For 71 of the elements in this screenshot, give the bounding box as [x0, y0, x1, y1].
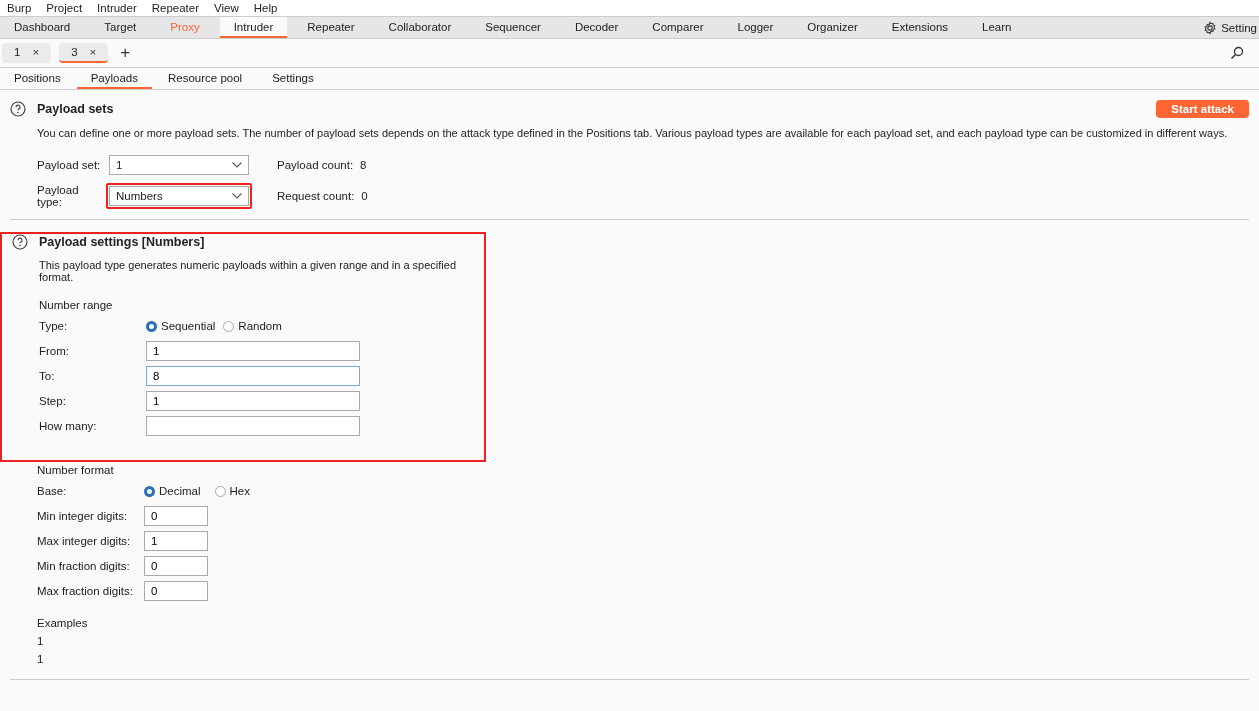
example-value: 1	[37, 635, 45, 647]
settings-button[interactable]: Setting	[1221, 21, 1257, 34]
field-label: Max integer digits:	[37, 535, 132, 547]
field-label: Step:	[39, 395, 67, 407]
count-value: 0	[361, 190, 368, 202]
group-heading: Number range	[39, 299, 114, 311]
main-tab[interactable]: Intruder	[219, 17, 288, 38]
field-label: Min integer digits:	[37, 510, 129, 522]
main-tab[interactable]: Comparer	[638, 17, 718, 38]
input-field[interactable]	[146, 416, 360, 436]
field-label: Payload set:	[37, 159, 102, 171]
group-heading: Examples	[37, 617, 89, 629]
example-value: 1	[37, 653, 45, 665]
dropdown[interactable]: Numbers	[109, 186, 249, 206]
input-field[interactable]: 1	[146, 341, 360, 361]
input-field[interactable]: 0	[144, 581, 208, 601]
dropdown[interactable]: 1	[109, 155, 249, 175]
menu-item[interactable]: Repeater	[151, 2, 208, 14]
help-icon[interactable]	[10, 101, 26, 117]
section-title: Payload settings [Numbers]	[39, 235, 205, 249]
count-label: Payload count:	[277, 159, 354, 171]
field-label: Min fraction digits:	[37, 560, 131, 572]
field-label: Type:	[39, 320, 69, 332]
main-tab[interactable]: Learn	[968, 17, 1026, 38]
field-label: How many:	[39, 420, 98, 432]
menu-item[interactable]: Help	[253, 2, 286, 14]
caret-icon	[232, 193, 242, 199]
main-tab[interactable]: Decoder	[560, 17, 633, 38]
input-field[interactable]: 0	[144, 556, 208, 576]
count-value: 8	[360, 159, 367, 171]
input-field[interactable]: 1	[144, 531, 208, 551]
menu-item[interactable]: Project	[46, 2, 91, 14]
section-title: Payload sets	[37, 102, 114, 116]
section-description: You can define one or more payload sets. The number of payload sets depends on the attack type defined in the Positions tab. Various payload types are available for each payload set, and each payload type can be customized in different ways.	[37, 127, 1229, 139]
main-tab[interactable]: Sequencer	[471, 17, 555, 38]
section-description: This payload type generates numeric payloads within a given range and in a specified format.	[39, 259, 458, 283]
sub-tab[interactable]: Positions	[0, 68, 75, 89]
sub-tab[interactable]: Settings	[258, 68, 328, 89]
new-tab-button[interactable]: +	[116, 43, 135, 63]
search-icon[interactable]	[1230, 46, 1244, 60]
radio-button[interactable]: Decimal	[144, 485, 201, 497]
settings-icon	[1203, 20, 1218, 35]
main-tab[interactable]: Dashboard	[0, 17, 85, 38]
menu-item[interactable]: Burp	[7, 2, 40, 14]
caret-icon	[232, 162, 242, 168]
field-label: From:	[39, 345, 71, 357]
main-tab[interactable]: Logger	[723, 17, 788, 38]
count-label: Request count:	[277, 190, 355, 202]
main-tab[interactable]: Organizer	[793, 17, 872, 38]
field-label: Max fraction digits:	[37, 585, 134, 597]
attack-tab[interactable]: 1 ×	[2, 43, 52, 63]
radio-button[interactable]: Sequential	[146, 320, 216, 332]
field-label: Payload type:	[37, 184, 80, 208]
input-field[interactable]: 0	[144, 506, 208, 526]
main-tab[interactable]: Extensions	[877, 17, 963, 38]
help-icon[interactable]	[12, 234, 28, 250]
radio-button[interactable]: Random	[223, 320, 282, 332]
sub-tab[interactable]: Payloads	[76, 68, 152, 89]
menu-item[interactable]: View	[214, 2, 247, 14]
menu-item[interactable]: Intruder	[97, 2, 145, 14]
main-tab[interactable]: Collaborator	[374, 17, 466, 38]
main-tab[interactable]: Repeater	[293, 17, 369, 38]
radio-button[interactable]: Hex	[214, 485, 250, 497]
field-label: To:	[39, 370, 56, 382]
attack-tab[interactable]: 3 ×	[59, 43, 109, 63]
input-field[interactable]: 8	[146, 366, 360, 386]
input-field[interactable]: 1	[146, 391, 360, 411]
sub-tab[interactable]: Resource pool	[154, 68, 257, 89]
main-tab[interactable]: Target	[90, 17, 151, 38]
field-label: Base:	[37, 485, 68, 497]
group-heading: Number format	[37, 464, 115, 476]
